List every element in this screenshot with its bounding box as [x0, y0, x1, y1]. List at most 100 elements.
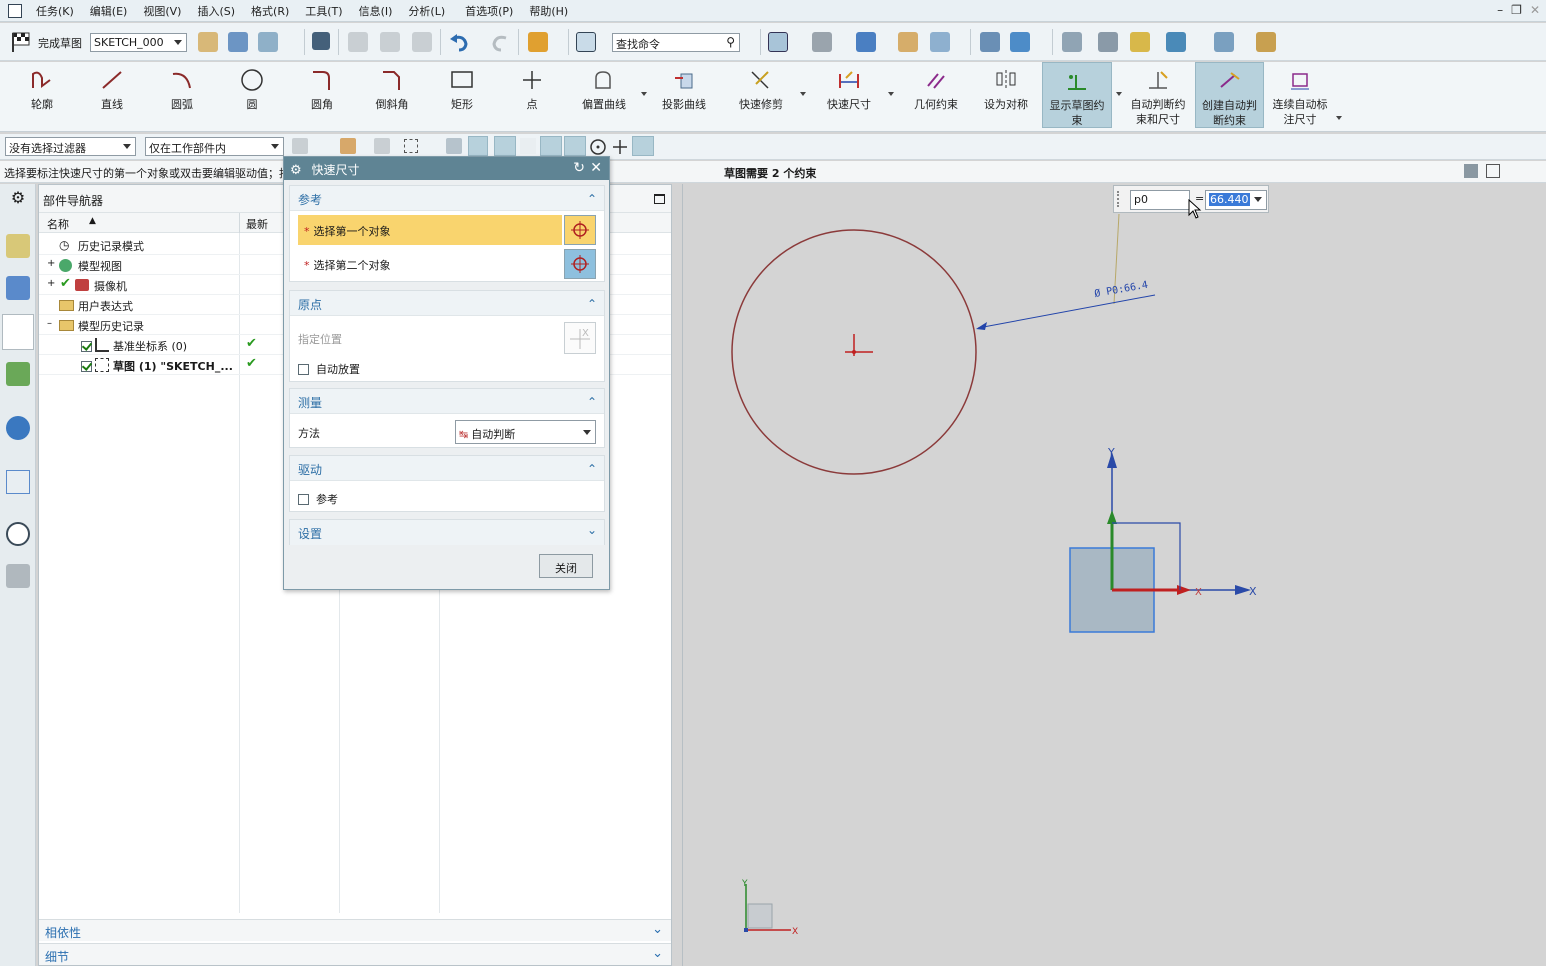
search-icon[interactable]: ⚲ — [726, 35, 735, 49]
undo-icon[interactable] — [448, 32, 470, 52]
measure-icon[interactable] — [1256, 32, 1276, 52]
maximize-panel-icon[interactable] — [654, 194, 665, 204]
column-name-header[interactable]: 名称 — [47, 216, 69, 232]
method-select[interactable]: ↹ 自动判断 — [455, 420, 596, 444]
history-clock-icon[interactable] — [6, 522, 30, 546]
ribbon-point-button[interactable]: 点 — [504, 62, 560, 128]
ribbon-quick-dimension-button[interactable]: 快速尺寸 — [818, 62, 880, 128]
visibility-checkbox[interactable] — [81, 360, 92, 372]
group-measurement-header[interactable]: 测量 ⌃ — [290, 389, 604, 414]
close-icon[interactable]: ✕ — [1530, 3, 1540, 17]
center-snap-icon[interactable] — [589, 138, 607, 156]
ribbon-rectangle-button[interactable]: 矩形 — [434, 62, 490, 128]
menu-item-preferences[interactable]: 首选项(P) — [457, 3, 521, 19]
snap-points-icon[interactable] — [494, 136, 516, 156]
maximize-view-icon[interactable] — [1486, 164, 1500, 178]
sketch-name-select[interactable]: SKETCH_000 — [90, 33, 187, 52]
ribbon-make-symmetric-button[interactable]: 设为对称 — [976, 62, 1036, 128]
close-icon[interactable]: ✕ — [590, 160, 602, 176]
circle-center-point[interactable] — [852, 350, 856, 354]
reset-icon[interactable]: ↻ — [573, 160, 585, 176]
assembly-navigator-icon[interactable] — [6, 234, 30, 258]
info-window-icon[interactable] — [576, 32, 596, 52]
ribbon-geometric-constraints-button[interactable]: 几何约束 — [904, 62, 968, 128]
layer-settings-icon[interactable] — [1062, 32, 1082, 52]
rectangle-select-icon[interactable] — [404, 139, 418, 153]
select-first-object[interactable]: * 选择第一个对象 — [298, 215, 562, 245]
restore-icon[interactable]: ❐ — [1511, 3, 1522, 17]
dialog-title-bar[interactable]: ⚙ 快速尺寸 ↻ ✕ — [284, 157, 609, 180]
chevron-down-icon[interactable] — [888, 92, 894, 96]
wcs-icon[interactable] — [1098, 32, 1118, 52]
curve-snap-icon[interactable] — [540, 136, 562, 156]
ribbon-circle-button[interactable]: 圆 — [224, 62, 280, 128]
ribbon-offset-curve-button[interactable]: 偏置曲线 — [574, 62, 634, 128]
minimize-icon[interactable]: – — [1497, 3, 1503, 17]
specify-location-button[interactable]: X — [564, 322, 596, 354]
hd3d-tools-icon[interactable] — [6, 416, 30, 440]
reuse-library-icon[interactable] — [6, 362, 30, 386]
chevron-up-icon[interactable]: ⌃ — [587, 297, 597, 311]
graphics-window[interactable]: Ø P0:66.4 Y X X Y X — [682, 184, 1546, 966]
intersection-snap-icon[interactable] — [632, 136, 654, 156]
solid-select-icon[interactable] — [446, 138, 462, 154]
ribbon-auto-infer-button[interactable]: 自动判断约束和尺寸 — [1124, 62, 1192, 128]
select-second-object[interactable]: * 选择第二个对象 — [298, 249, 562, 279]
render-style-icon[interactable] — [812, 32, 832, 52]
diameter-dimension-line[interactable] — [977, 294, 1156, 329]
paste-icon[interactable] — [412, 32, 432, 52]
select-first-object-button[interactable] — [564, 215, 596, 245]
finish-sketch-label[interactable]: 完成草图 — [38, 35, 82, 51]
visibility-checkbox[interactable] — [81, 340, 92, 352]
diameter-dimension-label[interactable]: Ø P0:66.4 — [1093, 279, 1148, 300]
sketch-task-icon[interactable] — [198, 32, 218, 52]
body-select-icon[interactable] — [468, 136, 488, 156]
gear-icon[interactable]: ⚙ — [290, 163, 302, 178]
close-button[interactable]: 关闭 — [539, 554, 593, 578]
expand-icon[interactable]: + — [47, 258, 55, 269]
snap-point-icon[interactable] — [1166, 32, 1186, 52]
fit-view-icon[interactable] — [768, 32, 788, 52]
menu-item-info[interactable]: 信息(I) — [351, 3, 401, 19]
finish-flag-icon[interactable] — [10, 31, 34, 53]
chevron-up-icon[interactable]: ⌃ — [587, 192, 597, 206]
reattach-icon[interactable] — [258, 32, 278, 52]
ribbon-show-sketch-constraints-button[interactable]: 显示草图约束 — [1042, 62, 1112, 128]
group-origin-header[interactable]: 原点 ⌃ — [290, 291, 604, 316]
menu-item-analysis[interactable]: 分析(L) — [400, 3, 453, 19]
chevron-up-icon[interactable]: ⌃ — [587, 462, 597, 476]
chevron-down-icon[interactable] — [800, 92, 806, 96]
constraint-navigator-icon[interactable] — [6, 276, 30, 300]
select-all-icon[interactable] — [340, 138, 356, 154]
chevron-down-icon[interactable] — [641, 92, 647, 96]
sketch-tools-icon[interactable] — [528, 32, 548, 52]
ribbon-project-curve-button[interactable]: 投影曲线 — [654, 62, 714, 128]
select-second-object-button[interactable] — [564, 249, 596, 279]
chevron-down-icon[interactable]: ⌄ — [652, 946, 663, 961]
deselect-icon[interactable] — [374, 138, 390, 154]
section-dependencies[interactable]: 相依性 ⌄ — [39, 919, 671, 941]
chevron-down-icon[interactable]: ⌄ — [587, 523, 597, 537]
layer-icon[interactable] — [898, 32, 918, 52]
auto-place-checkbox[interactable] — [298, 363, 309, 375]
cut-icon[interactable] — [348, 32, 368, 52]
orient-view-icon[interactable] — [228, 32, 248, 52]
work-view-icon[interactable] — [1010, 32, 1030, 52]
selection-filter-select[interactable]: 没有选择过滤器 — [5, 137, 136, 156]
ribbon-quick-trim-button[interactable]: 快速修剪 — [730, 62, 792, 128]
selection-scope-select[interactable]: 仅在工作部件内 — [145, 137, 284, 156]
column-latest-header[interactable]: 最新 — [246, 216, 268, 232]
ribbon-arc-button[interactable]: 圆弧 — [154, 62, 210, 128]
ribbon-profile-button[interactable]: 轮廓 — [14, 62, 70, 128]
save-icon[interactable] — [312, 32, 330, 50]
grid-icon[interactable] — [1214, 32, 1234, 52]
web-browser-icon[interactable] — [6, 470, 30, 494]
ribbon-create-inferred-constraints-button[interactable]: 创建自动判断约束 — [1195, 62, 1264, 128]
endpoint-snap-icon[interactable] — [520, 138, 536, 154]
chevron-down-icon[interactable] — [1116, 92, 1122, 96]
menu-item-tools[interactable]: 工具(T) — [297, 3, 350, 19]
menu-item-view[interactable]: 视图(V) — [135, 3, 189, 19]
point-snap-icon[interactable] — [611, 138, 629, 156]
shaded-view-icon[interactable] — [856, 32, 876, 52]
dimension-value-input[interactable]: 66.440 — [1205, 190, 1267, 210]
